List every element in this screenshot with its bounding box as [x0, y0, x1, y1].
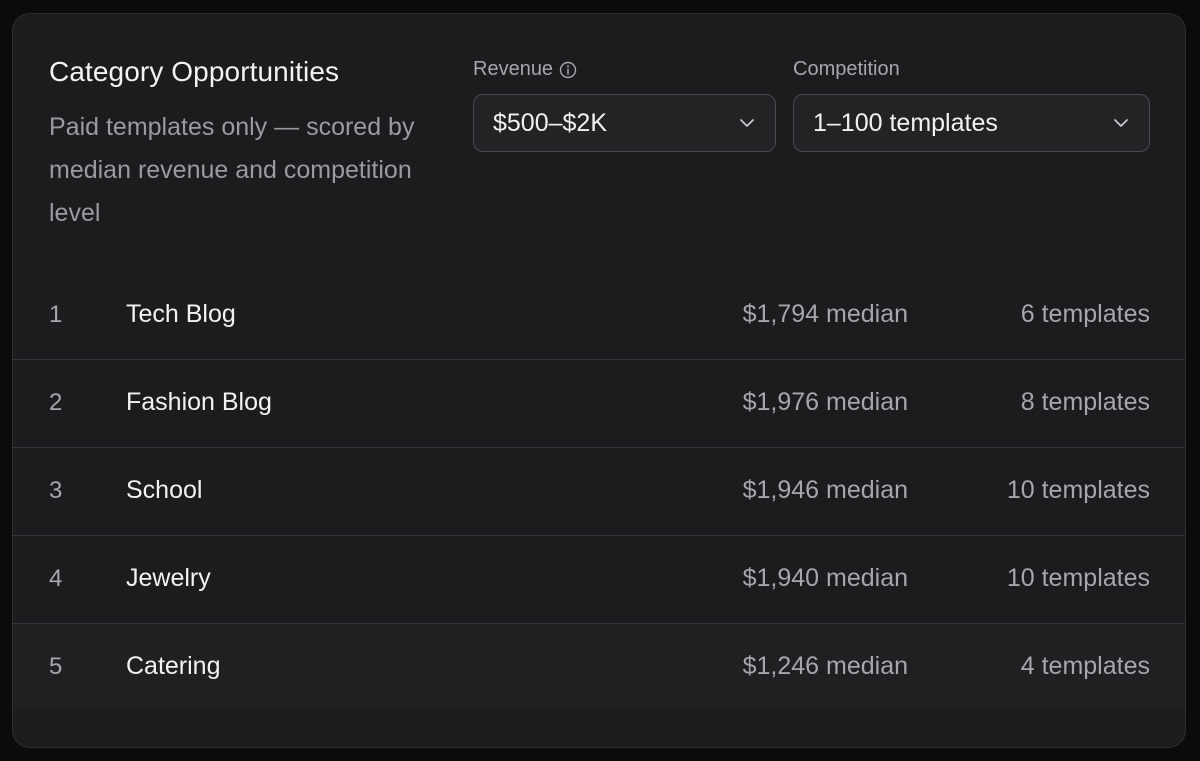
category-template-count: 6 templates	[1020, 300, 1150, 328]
category-row[interactable]: 4 Jewelry $1,940 median 10 templates	[13, 536, 1185, 624]
card-title: Category Opportunities	[49, 56, 340, 87]
category-row[interactable]: 5 Catering $1,246 median 4 templates	[13, 624, 1185, 710]
category-opportunities-card: Category Opportunities Paid templates on…	[12, 13, 1186, 748]
category-list: 1 Tech Blog $1,794 median 6 templates 2 …	[13, 272, 1185, 710]
category-median-revenue: $1,940 median	[742, 564, 908, 592]
category-template-count: 10 templates	[1006, 564, 1150, 592]
revenue-select[interactable]: $500–$2K	[473, 94, 776, 152]
competition-label-text: Competition	[793, 58, 900, 80]
category-name: Tech Blog	[126, 300, 236, 328]
category-row[interactable]: 2 Fashion Blog $1,976 median 8 templates	[13, 360, 1185, 448]
competition-filter-label: Competition	[793, 58, 900, 81]
info-circle-icon[interactable]	[559, 61, 577, 79]
category-row[interactable]: 3 School $1,946 median 10 templates	[13, 448, 1185, 536]
category-name: Fashion Blog	[126, 388, 272, 416]
category-rank: 3	[49, 477, 63, 504]
revenue-label-text: Revenue	[473, 58, 554, 80]
category-name: School	[126, 476, 203, 504]
chevron-down-icon	[740, 119, 754, 127]
competition-select[interactable]: 1–100 templates	[793, 94, 1150, 152]
category-median-revenue: $1,976 median	[742, 388, 908, 416]
competition-selected-value: 1–100 templates	[813, 108, 998, 137]
category-rank: 4	[49, 565, 63, 592]
category-template-count: 8 templates	[1020, 388, 1150, 416]
revenue-filter-label: Revenue	[473, 58, 577, 81]
card-subtitle: Paid templates only — scored by median r…	[49, 113, 415, 227]
revenue-selected-value: $500–$2K	[493, 108, 608, 137]
category-median-revenue: $1,246 median	[742, 652, 908, 680]
category-row[interactable]: 1 Tech Blog $1,794 median 6 templates	[13, 272, 1185, 360]
category-rank: 2	[49, 389, 63, 416]
category-rank: 1	[49, 301, 63, 328]
category-template-count: 10 templates	[1006, 476, 1150, 504]
category-median-revenue: $1,794 median	[742, 300, 908, 328]
category-name: Jewelry	[126, 564, 211, 592]
category-template-count: 4 templates	[1020, 652, 1150, 680]
category-name: Catering	[126, 652, 221, 680]
category-rank: 5	[49, 653, 63, 680]
category-median-revenue: $1,946 median	[742, 476, 908, 504]
chevron-down-icon	[1114, 119, 1128, 127]
